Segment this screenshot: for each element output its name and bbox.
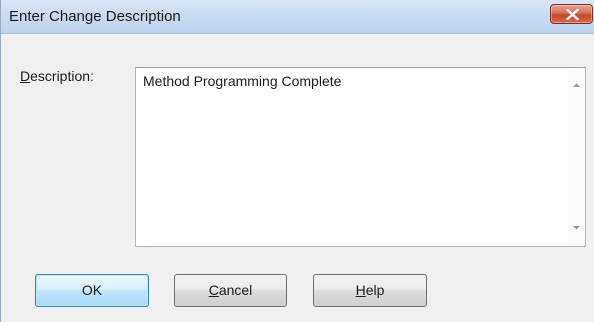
description-label-text: escription: bbox=[30, 68, 94, 84]
change-description-dialog: Enter Change Description Description: Me… bbox=[0, 0, 594, 322]
close-button[interactable] bbox=[550, 4, 593, 24]
help-button[interactable]: Help bbox=[313, 274, 427, 307]
help-button-mnemonic: H bbox=[355, 282, 366, 298]
scroll-down-arrow-icon[interactable] bbox=[572, 223, 581, 232]
title-bar[interactable]: Enter Change Description bbox=[1, 0, 594, 34]
window-title: Enter Change Description bbox=[9, 8, 181, 25]
cancel-button-text: ancel bbox=[218, 282, 253, 298]
description-label: Description: bbox=[20, 68, 94, 84]
description-label-mnemonic: D bbox=[20, 68, 31, 84]
close-x-icon bbox=[566, 9, 579, 20]
scroll-up-arrow-icon[interactable] bbox=[572, 81, 581, 90]
help-button-text: elp bbox=[365, 282, 385, 298]
description-scrollbar[interactable] bbox=[568, 68, 585, 246]
description-value: Method Programming Complete bbox=[143, 73, 342, 89]
cancel-button[interactable]: Cancel bbox=[174, 274, 287, 307]
cancel-button-mnemonic: C bbox=[208, 282, 219, 298]
ok-button[interactable]: OK bbox=[35, 274, 149, 307]
cancel-button-label: Cancel bbox=[209, 282, 253, 298]
ok-button-label: OK bbox=[81, 282, 103, 298]
help-button-label: Help bbox=[356, 282, 385, 298]
description-textarea[interactable]: Method Programming Complete bbox=[135, 67, 586, 247]
